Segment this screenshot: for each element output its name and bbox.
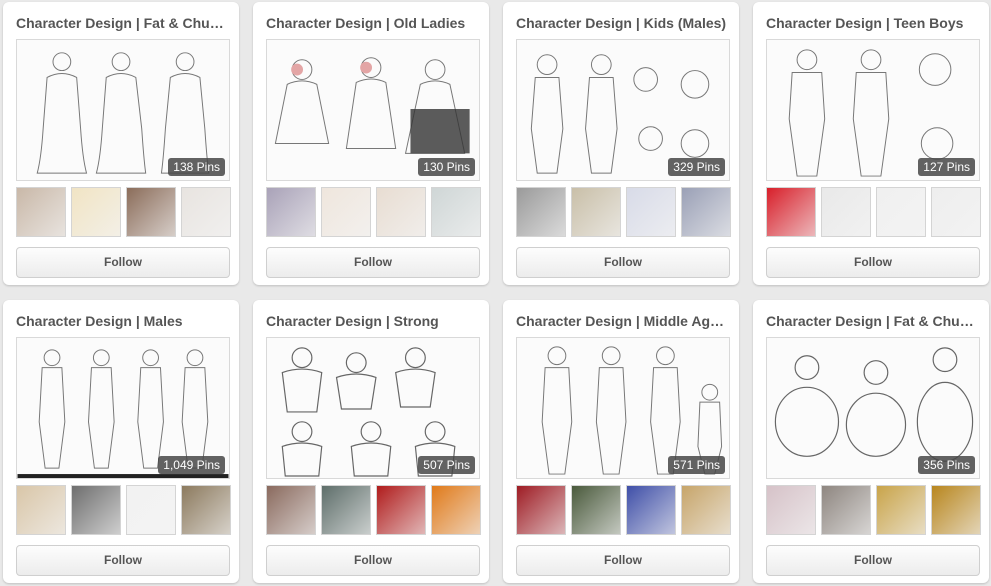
pin-count-badge: 329 Pins <box>668 158 725 176</box>
thumbnail-strip <box>516 485 731 535</box>
pin-thumbnail[interactable] <box>376 187 426 237</box>
pin-thumbnail[interactable] <box>876 485 926 535</box>
board-cover-image[interactable]: 507 Pins <box>266 337 480 479</box>
pin-count-badge: 1,049 Pins <box>158 456 225 474</box>
board-cover-image[interactable]: 1,049 Pins <box>16 337 230 479</box>
board-cover-image[interactable]: 329 Pins <box>516 39 730 181</box>
follow-button[interactable]: Follow <box>16 545 230 576</box>
pin-thumbnail[interactable] <box>626 187 676 237</box>
board-card: Character Design | Strong 507 Pins Follo… <box>253 300 489 583</box>
pin-thumbnail[interactable] <box>626 485 676 535</box>
pin-thumbnail[interactable] <box>876 187 926 237</box>
pin-thumbnail[interactable] <box>181 485 231 535</box>
board-title[interactable]: Character Design | Fat & Chu… <box>16 13 230 33</box>
pin-thumbnail[interactable] <box>681 187 731 237</box>
follow-button[interactable]: Follow <box>266 247 480 278</box>
pin-thumbnail[interactable] <box>321 187 371 237</box>
pin-thumbnail[interactable] <box>266 485 316 535</box>
pin-thumbnail[interactable] <box>516 485 566 535</box>
pin-thumbnail[interactable] <box>431 485 481 535</box>
thumbnail-strip <box>16 187 231 237</box>
pin-thumbnail[interactable] <box>376 485 426 535</box>
thumbnail-strip <box>16 485 231 535</box>
pin-thumbnail[interactable] <box>931 187 981 237</box>
board-cover-image[interactable]: 138 Pins <box>16 39 230 181</box>
thumbnail-strip <box>266 187 481 237</box>
follow-button[interactable]: Follow <box>766 545 980 576</box>
pin-count-badge: 571 Pins <box>668 456 725 474</box>
pin-thumbnail[interactable] <box>766 187 816 237</box>
board-title[interactable]: Character Design | Kids (Males) <box>516 13 730 33</box>
board-card: Character Design | Teen Boys 127 Pins Fo… <box>753 2 989 285</box>
pin-thumbnail[interactable] <box>516 187 566 237</box>
pin-count-badge: 356 Pins <box>918 456 975 474</box>
pin-count-badge: 138 Pins <box>168 158 225 176</box>
board-cover-image[interactable]: 356 Pins <box>766 337 980 479</box>
pin-thumbnail[interactable] <box>321 485 371 535</box>
follow-button[interactable]: Follow <box>516 545 730 576</box>
pin-thumbnail[interactable] <box>766 485 816 535</box>
thumbnail-strip <box>266 485 481 535</box>
board-title[interactable]: Character Design | Teen Boys <box>766 13 980 33</box>
pin-thumbnail[interactable] <box>821 485 871 535</box>
pin-thumbnail[interactable] <box>71 187 121 237</box>
board-cover-image[interactable]: 127 Pins <box>766 39 980 181</box>
pin-thumbnail[interactable] <box>571 485 621 535</box>
pin-thumbnail[interactable] <box>931 485 981 535</box>
board-cover-image[interactable]: 130 Pins <box>266 39 480 181</box>
pin-thumbnail[interactable] <box>71 485 121 535</box>
thumbnail-strip <box>766 485 981 535</box>
pin-thumbnail[interactable] <box>126 485 176 535</box>
pin-thumbnail[interactable] <box>181 187 231 237</box>
board-cover-image[interactable]: 571 Pins <box>516 337 730 479</box>
board-card: Character Design | Fat & Chu… 138 Pins F… <box>3 2 239 285</box>
follow-button[interactable]: Follow <box>266 545 480 576</box>
follow-button[interactable]: Follow <box>16 247 230 278</box>
board-card: Character Design | Old Ladies 130 Pins F… <box>253 2 489 285</box>
board-card: Character Design | Fat & Chu… 356 Pins F… <box>753 300 989 583</box>
thumbnail-strip <box>516 187 731 237</box>
board-title[interactable]: Character Design | Middle Ag… <box>516 311 730 331</box>
follow-button[interactable]: Follow <box>516 247 730 278</box>
board-title[interactable]: Character Design | Old Ladies <box>266 13 480 33</box>
pin-thumbnail[interactable] <box>431 187 481 237</box>
pin-count-badge: 507 Pins <box>418 456 475 474</box>
board-card: Character Design | Kids (Males) 329 Pins… <box>503 2 739 285</box>
board-card: Character Design | Middle Ag… 571 Pins F… <box>503 300 739 583</box>
board-title[interactable]: Character Design | Fat & Chu… <box>766 311 980 331</box>
pin-thumbnail[interactable] <box>16 485 66 535</box>
board-title[interactable]: Character Design | Males <box>16 311 230 331</box>
pin-count-badge: 127 Pins <box>918 158 975 176</box>
pin-thumbnail[interactable] <box>681 485 731 535</box>
pin-count-badge: 130 Pins <box>418 158 475 176</box>
board-card: Character Design | Males 1,049 Pins Foll… <box>3 300 239 583</box>
board-title[interactable]: Character Design | Strong <box>266 311 480 331</box>
thumbnail-strip <box>766 187 981 237</box>
pin-thumbnail[interactable] <box>821 187 871 237</box>
pin-thumbnail[interactable] <box>16 187 66 237</box>
follow-button[interactable]: Follow <box>766 247 980 278</box>
pin-thumbnail[interactable] <box>571 187 621 237</box>
pin-thumbnail[interactable] <box>126 187 176 237</box>
pin-thumbnail[interactable] <box>266 187 316 237</box>
